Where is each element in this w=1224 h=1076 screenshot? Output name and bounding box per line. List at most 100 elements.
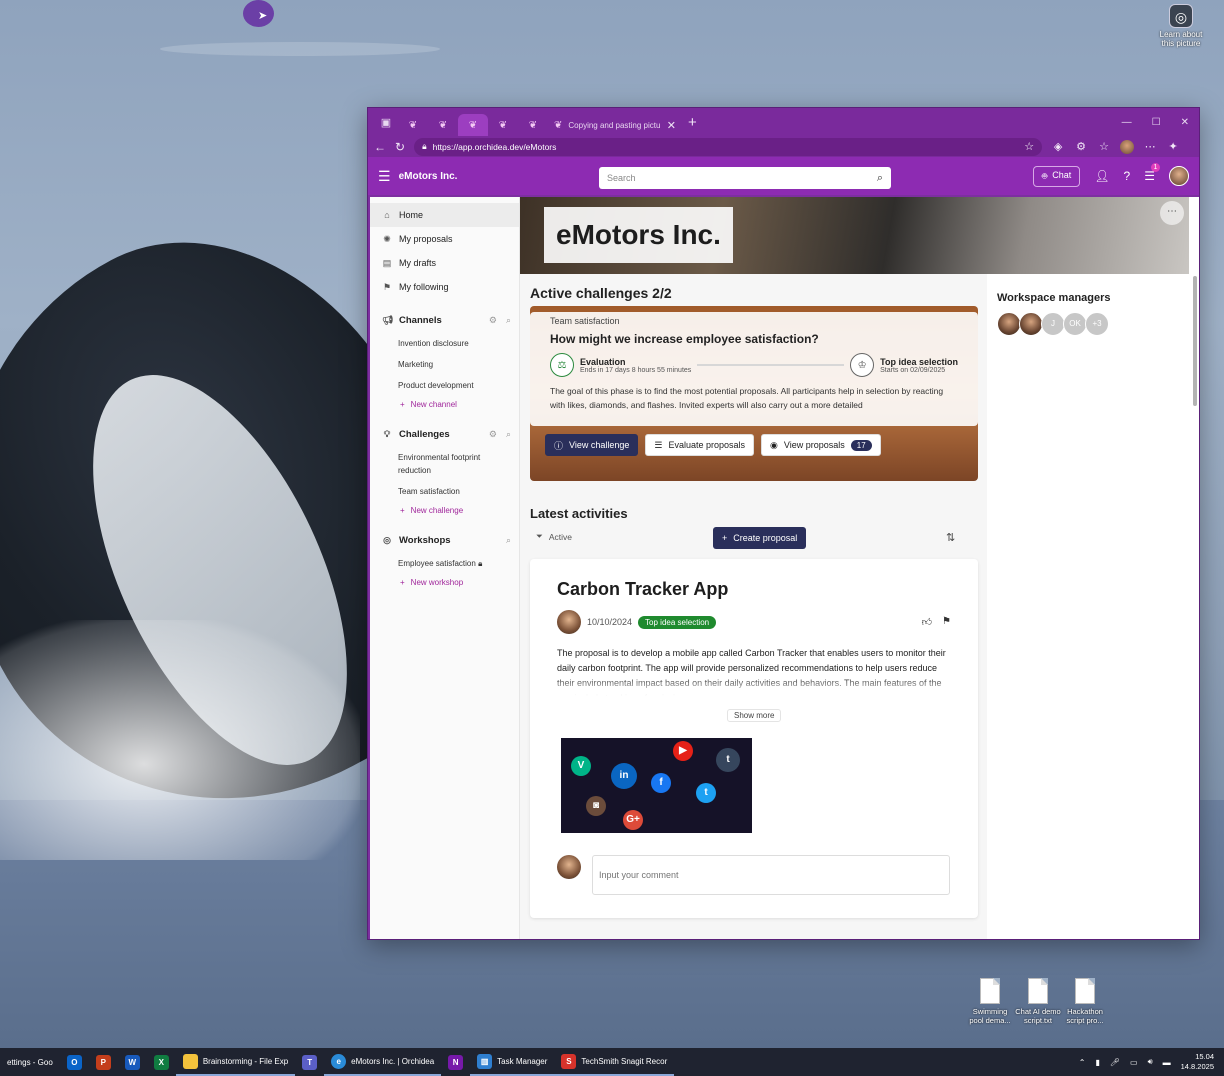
minimize-icon[interactable]: —	[1122, 117, 1132, 128]
battery-level-icon[interactable]: ▬	[1163, 1058, 1171, 1067]
taskbar-app[interactable]: W	[118, 1048, 147, 1076]
close-tab-icon[interactable]: ✕	[667, 119, 682, 132]
search-icon[interactable]: ⌕	[506, 429, 511, 440]
scrollbar[interactable]	[1193, 276, 1197, 406]
sidebar-item-my-proposals[interactable]: ✺ My proposals	[370, 227, 519, 251]
browser-tab[interactable]: ❦	[398, 114, 428, 136]
taskbar-app[interactable]: P	[89, 1048, 118, 1076]
learn-about-picture[interactable]: ◎ Learn about this picture	[1158, 4, 1204, 48]
taskbar-app[interactable]: X	[147, 1048, 176, 1076]
sidebar-item-workshop[interactable]: Employee satisfaction 🔒︎	[370, 553, 519, 574]
filter-toggle[interactable]: ⏷ Active	[536, 531, 572, 542]
document-icon	[980, 978, 1000, 1004]
search-icon[interactable]: ⌕	[877, 172, 883, 185]
manager-avatar[interactable]: OK	[1063, 312, 1087, 336]
sidebar-item-my-drafts[interactable]: ▤ My drafts	[370, 251, 519, 275]
settings-icon[interactable]: ⚙	[489, 315, 497, 326]
author-avatar[interactable]	[557, 610, 581, 634]
search-icon[interactable]: ⌕	[506, 315, 511, 326]
sidebar-item-label: Home	[399, 210, 424, 220]
taskbar-app[interactable]: ettings - Goo	[0, 1048, 60, 1076]
desktop-file[interactable]: Chat AI demo script.txt	[1015, 978, 1061, 1025]
sidebar-item-home[interactable]: ⌂ Home	[370, 203, 519, 227]
more-options-icon[interactable]: ⋯	[1160, 201, 1184, 225]
evaluate-proposals-button[interactable]: ☰ Evaluate proposals	[645, 434, 755, 456]
new-channel-link[interactable]: + New channel	[370, 396, 519, 413]
taskbar-app[interactable]: S TechSmith Snagit Recor	[554, 1048, 675, 1076]
extension-icon[interactable]: ◈	[1051, 140, 1065, 153]
sidebar-item-channel[interactable]: Product development	[370, 375, 519, 396]
view-proposals-button[interactable]: ◉ View proposals 17	[761, 434, 881, 456]
search-input[interactable]: Search ⌕	[599, 167, 891, 189]
tasks-icon[interactable]: ☰	[1144, 163, 1160, 183]
sliders-icon: ☰	[654, 439, 663, 450]
user-avatar[interactable]	[1169, 166, 1189, 186]
taskbar-app[interactable]: ▥ Task Manager	[470, 1048, 555, 1076]
search-icon[interactable]: ⌕	[506, 535, 511, 546]
hamburger-menu-icon[interactable]: ☰	[378, 168, 391, 185]
microphone-icon[interactable]: 🎤︎	[1110, 1058, 1120, 1067]
taskbar-app[interactable]: e eMotors Inc. | Orchidea	[324, 1048, 442, 1076]
comment-input[interactable]	[592, 855, 950, 895]
browser-tab[interactable]: ❦	[458, 114, 488, 136]
help-icon[interactable]: ?	[1124, 169, 1131, 183]
tumblr-icon: t	[716, 748, 740, 772]
browser-tab[interactable]: ❦	[488, 114, 518, 136]
profile-avatar[interactable]	[1120, 139, 1135, 154]
favorites-icon[interactable]: ☆	[1097, 140, 1111, 153]
sort-icon[interactable]: ⇅	[946, 531, 955, 544]
manager-avatar[interactable]: J	[1041, 312, 1065, 336]
desktop-file[interactable]: Swimming pool dema...	[967, 978, 1013, 1025]
battery-icon[interactable]: ▮	[1095, 1058, 1099, 1067]
new-workshop-link[interactable]: + New workshop	[370, 574, 519, 591]
show-more-button[interactable]: Show more	[727, 709, 782, 722]
back-icon[interactable]: ←	[374, 140, 386, 154]
settings-icon[interactable]: ⚙	[489, 429, 497, 440]
puzzle-icon[interactable]: ⚙	[1074, 140, 1088, 153]
desktop-file[interactable]: Hackathon script pro...	[1062, 978, 1108, 1025]
browser-tab[interactable]: ❦	[428, 114, 458, 136]
maximize-icon[interactable]: ☐	[1152, 117, 1161, 128]
chat-label: Chat	[1052, 169, 1072, 180]
sidebar-item-challenge[interactable]: Environmental footprint reduction	[370, 447, 519, 481]
taskbar-app-label: eMotors Inc. | Orchidea	[351, 1056, 435, 1066]
taskbar-app[interactable]: Brainstorming - File Exp	[175, 1048, 296, 1076]
new-challenge-link[interactable]: + New challenge	[370, 502, 519, 519]
sidebar-item-channel[interactable]: Marketing	[370, 354, 519, 375]
copilot-icon[interactable]: ✦	[1166, 140, 1180, 153]
add-user-icon[interactable]: 👤︎	[1094, 169, 1109, 183]
bookmark-icon[interactable]: ⚑	[942, 616, 951, 628]
chevron-up-icon[interactable]: ⌃	[1079, 1058, 1086, 1067]
challenge-actions: ⓘ View challenge ☰ Evaluate proposals ◉ …	[545, 434, 881, 456]
like-icon[interactable]: 👍︎	[922, 616, 932, 628]
taskbar-app[interactable]: N	[441, 1048, 470, 1076]
address-bar[interactable]: 🔒︎ https://app.orchidea.dev/eMotors ☆	[414, 137, 1043, 156]
more-managers-badge[interactable]: +3	[1085, 312, 1109, 336]
proposal-title[interactable]: Carbon Tracker App	[557, 579, 951, 600]
view-challenge-button[interactable]: ⓘ View challenge	[545, 434, 639, 456]
sidebar-item-channel[interactable]: Invention disclosure	[370, 333, 519, 354]
google-plus-icon: G+	[623, 810, 643, 830]
network-icon[interactable]: ▭	[1130, 1058, 1138, 1067]
create-proposal-button[interactable]: + Create proposal	[713, 527, 807, 549]
chat-button[interactable]: 🤖︎ Chat	[1032, 165, 1081, 187]
close-window-icon[interactable]: ✕	[1181, 117, 1189, 128]
clock-date: 14.8.2025	[1180, 1062, 1214, 1071]
proposal-image[interactable]: in f t ▶ t ◙ G+ V	[561, 738, 752, 833]
refresh-icon[interactable]: ↻	[395, 140, 405, 154]
more-icon[interactable]: ⋯	[1143, 140, 1157, 153]
sidebar-item-my-following[interactable]: ⚑ My following	[370, 275, 519, 299]
taskbar-app[interactable]: T	[295, 1048, 324, 1076]
new-tab-icon[interactable]: +	[688, 114, 697, 131]
browser-tab[interactable]: ❦	[518, 114, 548, 136]
taskbar-app[interactable]: O	[60, 1048, 89, 1076]
favorite-star-icon[interactable]: ☆	[1024, 140, 1034, 153]
volume-icon[interactable]: 🔊︎	[1148, 1057, 1153, 1067]
eye-icon: ◉	[770, 439, 778, 450]
sidebar-toggle-icon[interactable]: ▣	[374, 116, 398, 129]
clock[interactable]: 15.04 14.8.2025	[1181, 1052, 1214, 1072]
sidebar-item-challenge[interactable]: Team satisfaction	[370, 481, 519, 502]
manager-avatar[interactable]	[997, 312, 1021, 336]
manager-avatar[interactable]	[1019, 312, 1043, 336]
browser-tab[interactable]: ❦ Copying and pasting pictures to ✕	[548, 114, 682, 136]
